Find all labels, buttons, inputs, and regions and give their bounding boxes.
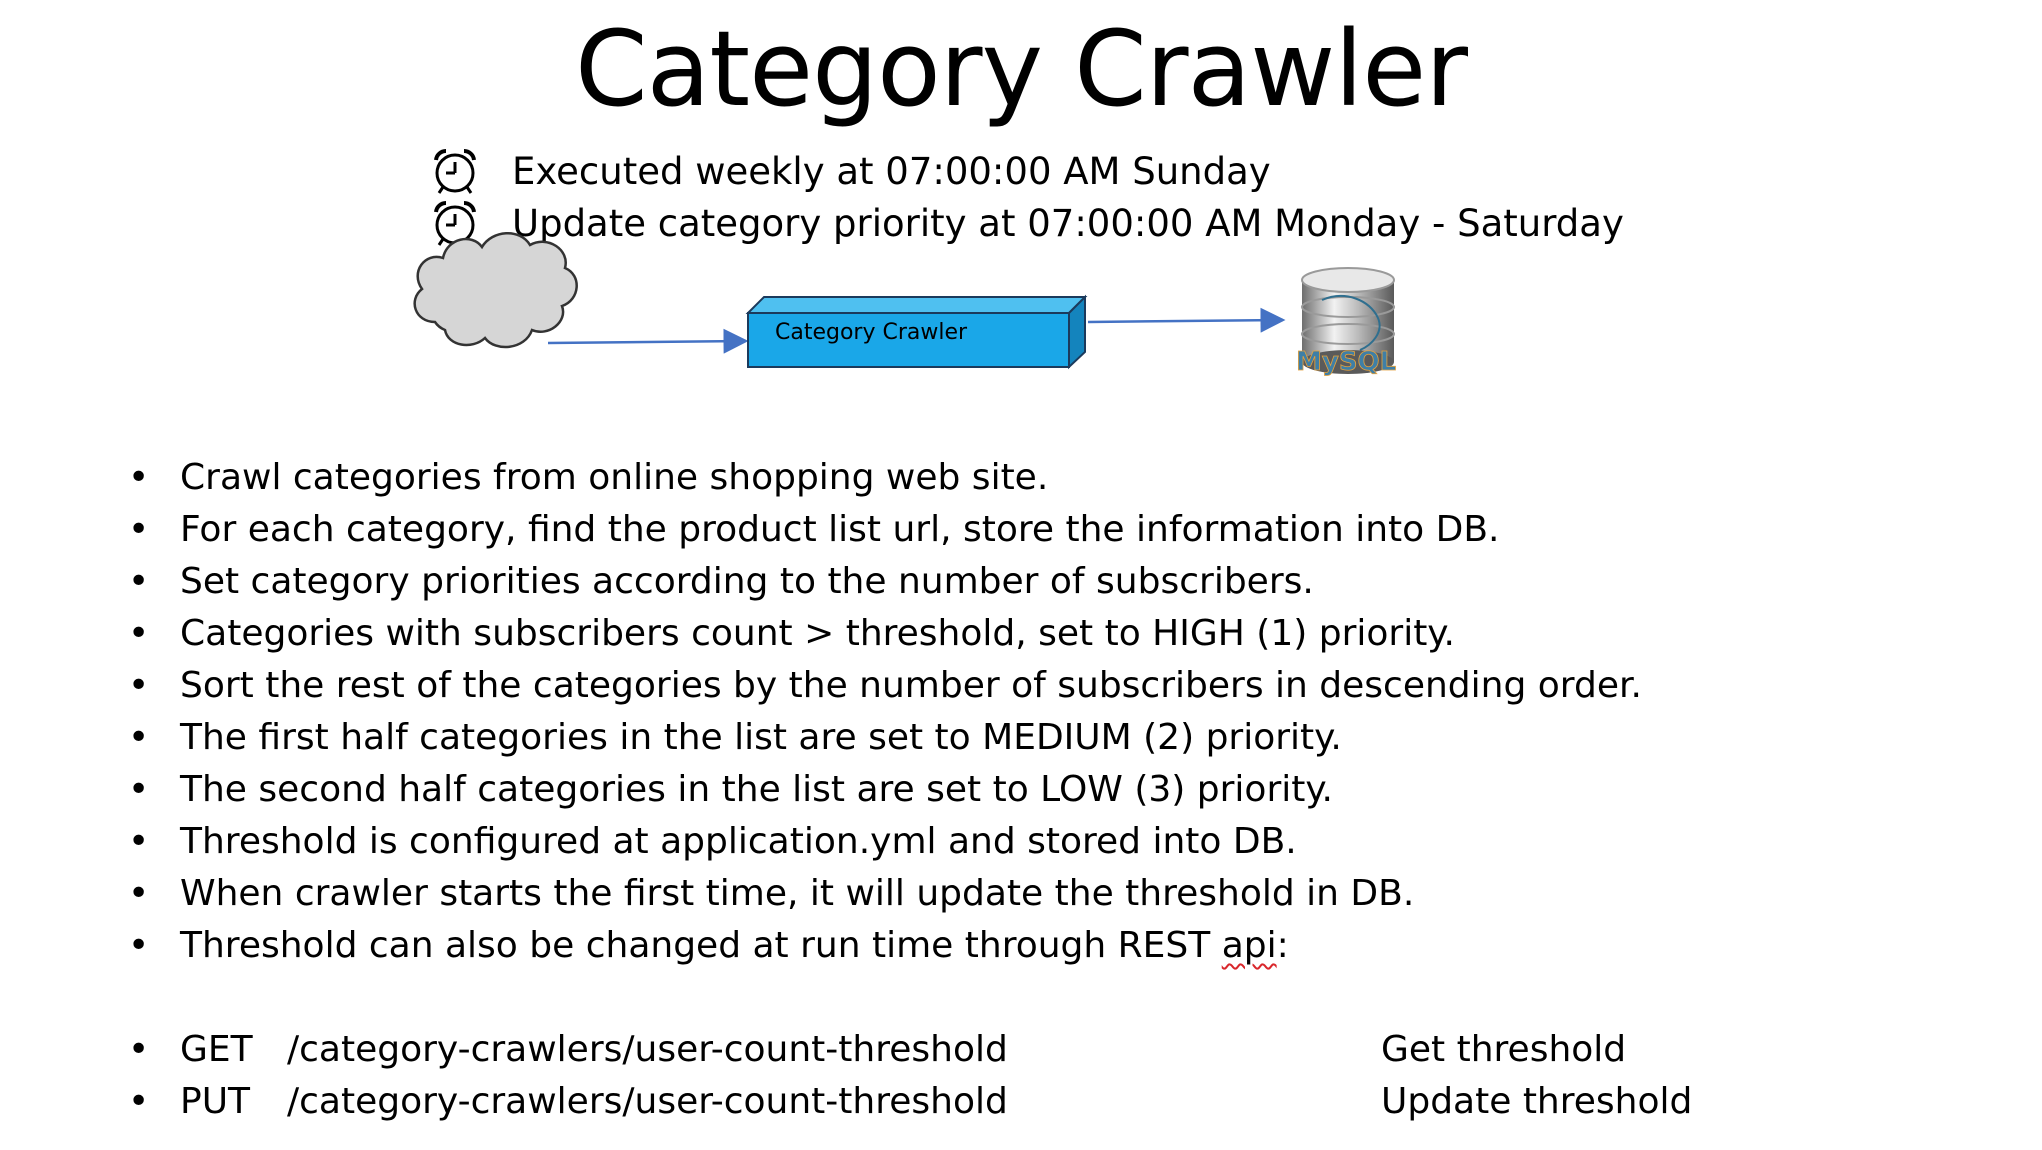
bullet: • (128, 1081, 150, 1122)
crawler-box-label: Category Crawler (775, 320, 968, 345)
list-item: • When crawler starts the first time, it… (128, 873, 1415, 914)
flow-diagram: Category Crawler MySQL (413, 231, 1397, 377)
bullet: • (128, 665, 150, 706)
arrow-cloud-to-crawler (547, 328, 749, 354)
list-item: • The second half categories in the list… (128, 769, 1333, 810)
bullet: • (128, 821, 150, 862)
list-item: • Sort the rest of the categories by the… (128, 665, 1642, 706)
api-path: /category-crawlers/user-count-threshold (287, 1029, 1008, 1070)
spellcheck-word: api (1221, 925, 1277, 966)
bullet: • (128, 769, 150, 810)
bullet: • (128, 613, 150, 654)
api-description: Update threshold (1381, 1081, 1693, 1122)
api-path: /category-crawlers/user-count-threshold (287, 1081, 1008, 1122)
mysql-label: MySQL (1296, 347, 1396, 377)
bullet: • (128, 561, 150, 602)
bullet: • (128, 873, 150, 914)
list-item: • Categories with subscribers count > th… (128, 613, 1455, 654)
arrow-crawler-to-db (1087, 307, 1286, 333)
list-item: • Threshold is configured at application… (128, 821, 1297, 862)
list-item: • Set category priorities according to t… (128, 561, 1314, 602)
bullet: • (128, 717, 150, 758)
bullet: • (128, 457, 150, 498)
list-item: • Threshold can also be changed at run t… (128, 925, 1289, 966)
list-item: • The first half categories in the list … (128, 717, 1342, 758)
api-method: PUT (180, 1081, 251, 1122)
bullet: • (128, 1029, 150, 1070)
list-item: • Crawl categories from online shopping … (128, 457, 1049, 498)
cloud-icon (413, 231, 578, 349)
api-description: Get threshold (1381, 1029, 1627, 1070)
api-method: GET (180, 1029, 253, 1070)
bullet: • (128, 925, 150, 966)
list-item: • For each category, find the product li… (128, 509, 1500, 550)
bullet: • (128, 509, 150, 550)
